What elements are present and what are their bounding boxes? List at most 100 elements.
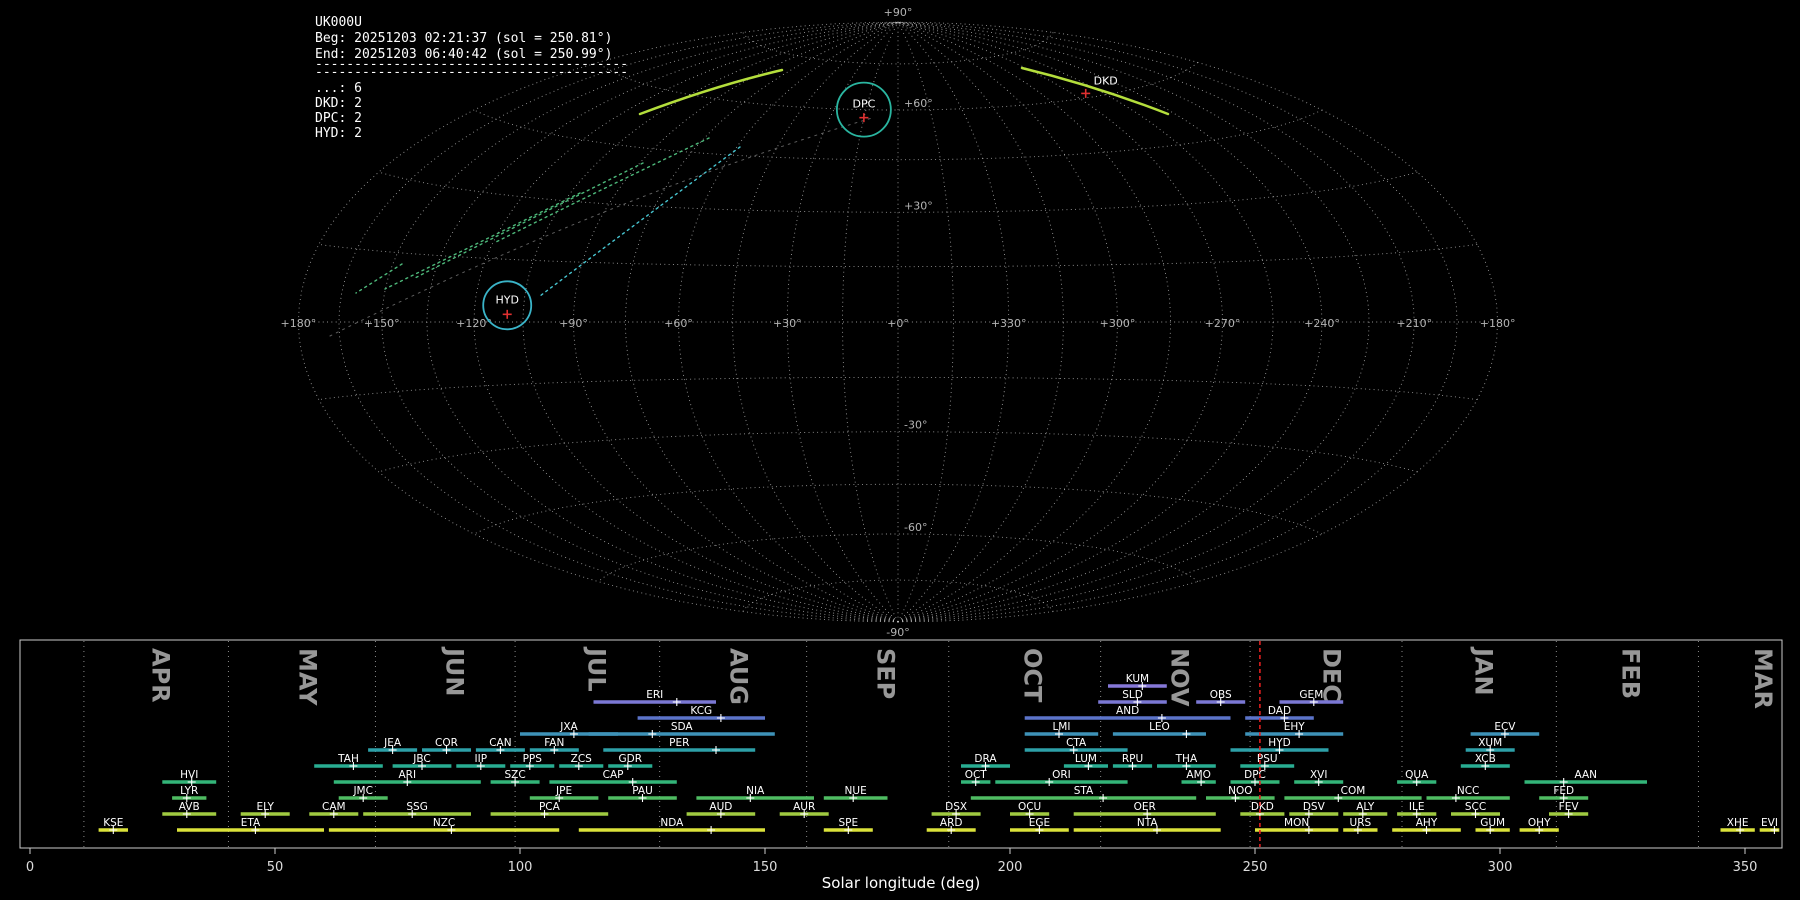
shower-label-LEO: LEO bbox=[1149, 721, 1170, 733]
shower-label-CTA: CTA bbox=[1066, 737, 1087, 749]
shower-label-OHY: OHY bbox=[1528, 817, 1551, 829]
shower-label-SPE: SPE bbox=[838, 817, 858, 829]
month-label-NOV: NOV bbox=[1166, 648, 1194, 707]
shower-label-AHY: AHY bbox=[1416, 817, 1438, 829]
shower-label-JMC: JMC bbox=[352, 785, 373, 797]
shower-label-ERI: ERI bbox=[646, 689, 663, 701]
shower-label-DKD: DKD bbox=[1251, 801, 1274, 813]
shower-timeline: APRMAYJUNJULAUGSEPOCTNOVDECJANFEBMARKUME… bbox=[20, 640, 1782, 892]
shower-label-COR: COR bbox=[435, 737, 458, 749]
month-label-AUG: AUG bbox=[725, 648, 753, 705]
grid-meridian bbox=[898, 22, 1457, 622]
lat-label: +30° bbox=[904, 199, 933, 212]
shower-label-DSX: DSX bbox=[945, 801, 967, 813]
shower-label-DAD: DAD bbox=[1268, 705, 1291, 717]
radiant-label-HYD: HYD bbox=[495, 293, 518, 306]
shower-label-COM: COM bbox=[1341, 785, 1366, 797]
shower-label-EGE: EGE bbox=[1029, 817, 1050, 829]
x-tick-label: 300 bbox=[1488, 860, 1513, 875]
radiant-label-DKD: DKD bbox=[1094, 74, 1118, 87]
meteor-trail-dotted-3 bbox=[385, 193, 580, 289]
shower-label-DRA: DRA bbox=[974, 753, 997, 765]
shower-label-OER: OER bbox=[1134, 801, 1156, 813]
grid-meridian bbox=[339, 22, 898, 622]
grid-meridian bbox=[427, 22, 898, 622]
shower-label-AMO: AMO bbox=[1186, 769, 1211, 781]
shower-label-PPS: PPS bbox=[523, 753, 543, 765]
month-label-SEP: SEP bbox=[872, 648, 900, 699]
screenshot-root: { "header": { "station": "UK000U", "beg"… bbox=[0, 0, 1800, 900]
separator-line: ---------------------------------------- bbox=[315, 65, 628, 80]
x-axis-title: Solar longitude (deg) bbox=[822, 874, 980, 892]
month-label-APR: APR bbox=[147, 648, 175, 703]
shower-label-XUM: XUM bbox=[1478, 737, 1502, 749]
shower-label-XHE: XHE bbox=[1727, 817, 1749, 829]
shower-label-CAM: CAM bbox=[322, 801, 346, 813]
shower-label-EVI: EVI bbox=[1761, 817, 1778, 829]
meteor-trail-dotted-2 bbox=[413, 163, 643, 279]
shower-label-NZC: NZC bbox=[433, 817, 455, 829]
ufo-radiant-figure: +90°-90°+60°+30°-30°-60°+180°+150°+120°+… bbox=[0, 0, 1800, 900]
x-tick-label: 150 bbox=[753, 860, 778, 875]
count-hyd: HYD: 2 bbox=[315, 126, 362, 141]
month-label-OCT: OCT bbox=[1019, 648, 1047, 703]
shower-label-TAH: TAH bbox=[337, 753, 359, 765]
shower-label-ELY: ELY bbox=[256, 801, 274, 813]
shower-label-ECV: ECV bbox=[1494, 721, 1516, 733]
x-tick-label: 350 bbox=[1733, 860, 1758, 875]
lon-label: +240° bbox=[1304, 317, 1340, 330]
shower-label-PCA: PCA bbox=[539, 801, 561, 813]
x-tick-label: 0 bbox=[26, 860, 34, 875]
pole-label-south: -90° bbox=[886, 626, 909, 639]
shower-label-JEA: JEA bbox=[383, 737, 402, 749]
shower-label-DSV: DSV bbox=[1303, 801, 1326, 813]
header-block: UK000U Beg: 20251203 02:21:37 (sol = 250… bbox=[315, 15, 628, 141]
shower-label-JXA: JXA bbox=[559, 721, 578, 733]
shower-label-SDA: SDA bbox=[671, 721, 694, 733]
month-label-MAR: MAR bbox=[1749, 648, 1777, 709]
shower-label-LYR: LYR bbox=[180, 785, 198, 797]
count-dpc: DPC: 2 bbox=[315, 111, 362, 126]
shower-label-THA: THA bbox=[1175, 753, 1198, 765]
lon-label: +300° bbox=[1100, 317, 1136, 330]
shower-label-OCU: OCU bbox=[1018, 801, 1041, 813]
month-label-MAY: MAY bbox=[294, 648, 322, 706]
shower-label-ORI: ORI bbox=[1052, 769, 1071, 781]
grid-parallel bbox=[379, 432, 1418, 472]
shower-label-XVI: XVI bbox=[1310, 769, 1327, 781]
shower-label-NUE: NUE bbox=[845, 785, 867, 797]
shower-label-GUM: GUM bbox=[1480, 817, 1505, 829]
count-sporadic: ...: 6 bbox=[315, 81, 362, 96]
lat-label: +60° bbox=[904, 97, 933, 110]
shower-label-FED: FED bbox=[1553, 785, 1574, 797]
month-label-FEB: FEB bbox=[1617, 648, 1645, 699]
shower-label-KSE: KSE bbox=[103, 817, 123, 829]
shower-label-LUM: LUM bbox=[1075, 753, 1097, 765]
shower-label-NOO: NOO bbox=[1228, 785, 1252, 797]
lon-label: +210° bbox=[1396, 317, 1432, 330]
begin-time-line: Beg: 20251203 02:21:37 (sol = 250.81°) bbox=[315, 31, 612, 46]
shower-label-NIA: NIA bbox=[746, 785, 765, 797]
shower-label-SSG: SSG bbox=[406, 801, 427, 813]
pole-label-north: +90° bbox=[884, 6, 913, 19]
shower-label-GEM: GEM bbox=[1299, 689, 1323, 701]
grid-meridian bbox=[787, 22, 898, 622]
shower-label-ARD: ARD bbox=[940, 817, 963, 829]
shower-label-AUD: AUD bbox=[709, 801, 732, 813]
lon-label: +180° bbox=[281, 317, 317, 330]
lat-label: -30° bbox=[904, 419, 927, 432]
radiant-label-DPC: DPC bbox=[852, 98, 875, 111]
shower-label-OCT: OCT bbox=[965, 769, 988, 781]
shower-label-HYD: HYD bbox=[1268, 737, 1290, 749]
month-label-JUN: JUN bbox=[441, 646, 469, 697]
shower-label-JBC: JBC bbox=[412, 753, 430, 765]
lon-label: +90° bbox=[559, 317, 588, 330]
shower-label-LMI: LMI bbox=[1052, 721, 1070, 733]
shower-label-ZCS: ZCS bbox=[571, 753, 593, 765]
lon-label: +150° bbox=[364, 317, 400, 330]
month-label-JAN: JAN bbox=[1470, 646, 1498, 696]
shower-label-ETA: ETA bbox=[241, 817, 261, 829]
sky-map: +90°-90°+60°+30°-30°-60°+180°+150°+120°+… bbox=[281, 6, 1516, 639]
lat-label: -60° bbox=[904, 521, 927, 534]
timeline-frame bbox=[20, 640, 1782, 848]
